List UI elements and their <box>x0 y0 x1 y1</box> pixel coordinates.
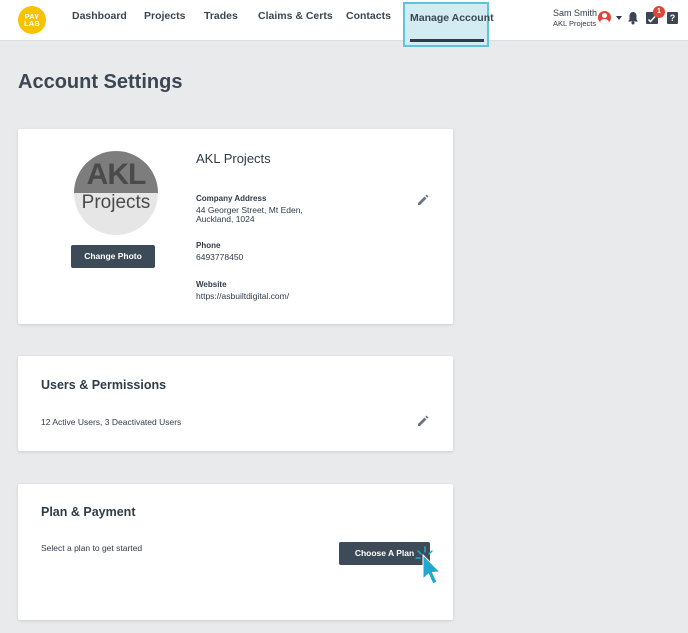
company-photo: AKL Projects <box>74 151 158 235</box>
notification-badge: 1 <box>653 6 665 18</box>
nav-trades[interactable]: Trades <box>204 0 238 41</box>
website-value: https://asbuiltdigital.com/ <box>196 291 290 301</box>
edit-company-pencil-icon[interactable] <box>416 193 430 207</box>
user-company[interactable]: AKL Projects <box>553 19 596 28</box>
phone-value: 6493778450 <box>196 252 244 262</box>
address-line-2: Auckland, 1024 <box>196 214 255 224</box>
users-permissions-title: Users & Permissions <box>41 378 167 392</box>
user-name[interactable]: Sam Smith <box>553 8 597 18</box>
nav-claims-certs[interactable]: Claims & Certs <box>258 0 333 41</box>
paylab-logo[interactable]: PAY LAB <box>18 6 46 34</box>
plan-description: Select a plan to get started <box>41 543 143 553</box>
bell-icon[interactable] <box>627 11 639 25</box>
plan-payment-card: Plan & Payment Select a plan to get star… <box>18 484 453 620</box>
company-name: AKL Projects <box>196 151 271 166</box>
nav-contacts[interactable]: Contacts <box>346 0 391 41</box>
address-label: Company Address <box>196 194 267 203</box>
photo-text-projects: Projects <box>81 192 151 213</box>
nav-manage-account[interactable]: Manage Account <box>403 2 494 47</box>
company-profile-card: AKL Projects Change Photo AKL Projects C… <box>18 129 453 324</box>
edit-users-pencil-icon[interactable] <box>416 414 430 428</box>
nav-dashboard[interactable]: Dashboard <box>72 0 127 41</box>
page-title: Account Settings <box>18 71 183 93</box>
nav-projects[interactable]: Projects <box>144 0 185 41</box>
phone-label: Phone <box>196 241 221 250</box>
active-tab-indicator <box>410 39 484 42</box>
logo-text-bottom: LAB <box>23 19 40 28</box>
mouse-cursor-icon <box>415 546 442 585</box>
website-label: Website <box>196 280 227 289</box>
users-summary: 12 Active Users, 3 Deactivated Users <box>41 417 182 427</box>
change-photo-button[interactable]: Change Photo <box>71 245 155 268</box>
plan-payment-title: Plan & Payment <box>41 505 136 519</box>
top-nav-bar: PAY LAB Dashboard Projects Trades Claims… <box>0 0 688 41</box>
users-permissions-card: Users & Permissions 12 Active Users, 3 D… <box>18 356 453 451</box>
user-avatar-icon[interactable] <box>598 11 611 24</box>
photo-text-akl: AKL <box>86 158 147 191</box>
nav-manage-account-label: Manage Account <box>410 12 494 24</box>
chevron-down-icon[interactable] <box>616 16 622 20</box>
help-icon[interactable]: ? <box>667 12 678 24</box>
